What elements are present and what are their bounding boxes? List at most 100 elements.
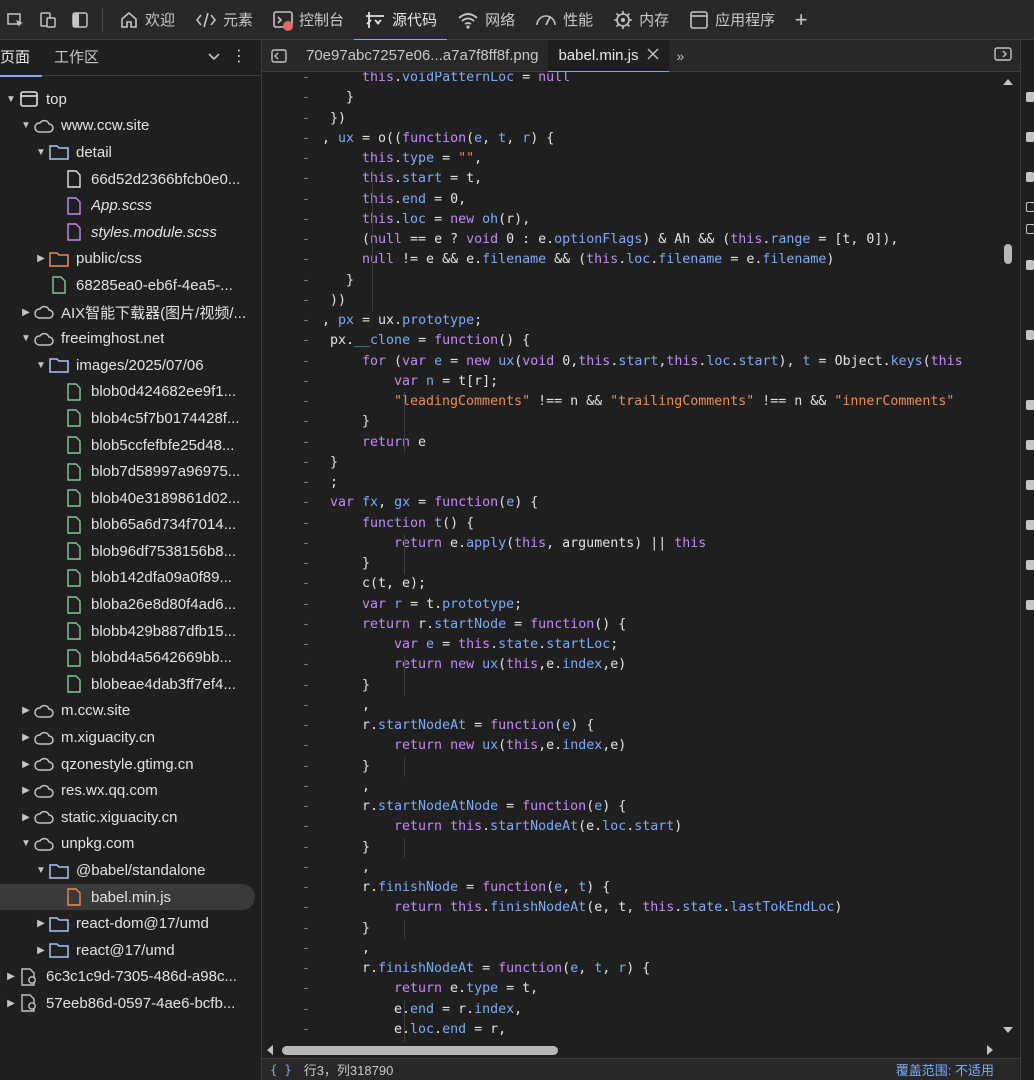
code-line[interactable]: function t() { [362,514,474,534]
gutter-marker[interactable]: - [302,657,310,672]
sidebar-control[interactable] [1026,132,1034,142]
code-line[interactable]: )) [330,291,346,311]
code-line[interactable]: r.startNodeAt = function(e) { [362,716,594,736]
coverage-status[interactable]: 覆盖范围: 不适用 [896,1060,994,1079]
gutter-marker[interactable]: - [302,900,310,915]
tab-page[interactable]: 页面 [0,40,43,77]
tab-console[interactable]: 控制台 [263,0,354,40]
gutter-marker[interactable]: - [302,313,310,328]
collapse-arrow-icon[interactable]: ▶ [34,253,48,264]
tab-application[interactable]: 应用程序 [679,0,785,40]
tree-node[interactable]: ▶ m.xiguacity.cn [0,724,262,751]
horizontal-scrollbar[interactable] [262,1042,1020,1058]
gutter-marker[interactable]: - [302,333,310,348]
tree-node[interactable]: ▶ res.wx.qq.com [0,777,262,804]
sidebar-control[interactable] [1026,600,1034,610]
dock-panel-icon[interactable] [64,0,96,40]
code-line[interactable]: var r = t.prototype; [362,595,522,615]
gutter-marker[interactable]: - [302,151,310,166]
scroll-left-icon[interactable] [266,1045,274,1055]
code-line[interactable]: this.end = 0, [362,190,466,210]
collapse-arrow-icon[interactable]: ▶ [19,759,33,770]
expand-arrow-icon[interactable]: ▼ [19,333,33,344]
expand-arrow-icon[interactable]: ▼ [34,360,48,371]
tree-file-item[interactable]: blob0d424682ee9f1... [0,379,262,406]
code-line[interactable]: e.end = r.index, [394,1000,522,1020]
collapse-arrow-icon[interactable]: ▶ [34,945,48,956]
tree-file-item[interactable]: babel.min.js [0,883,255,911]
gutter-marker[interactable]: - [302,1022,310,1037]
gutter-marker[interactable]: - [302,961,310,976]
code-line[interactable]: return e.type = t, [394,979,538,999]
code-line[interactable]: (null == e ? void 0 : e.optionFlags) & A… [362,230,898,250]
chevron-down-icon[interactable] [207,50,221,67]
code-line[interactable]: } [330,453,338,473]
code-line[interactable]: null != e && e.filename && (this.loc.fil… [362,250,834,270]
gutter-marker[interactable]: - [302,232,310,247]
tree-file-item[interactable]: styles.module.scss [0,219,262,246]
code-line[interactable]: this.loc = new oh(r), [362,210,530,230]
code-line[interactable]: , [362,777,370,797]
editor-tab-babel[interactable]: babel.min.js [548,39,669,73]
expand-arrow-icon[interactable]: ▼ [34,865,48,876]
tree-node[interactable]: ▼ www.ccw.site [0,113,262,140]
scroll-down-icon[interactable] [1003,1026,1013,1034]
gutter-marker[interactable]: - [302,273,310,288]
tree-file-item[interactable]: 68285ea0-eb6f-4ea5-... [0,272,262,299]
inspect-element-icon[interactable] [0,0,32,40]
sidebar-control[interactable] [1026,560,1034,570]
toggle-navigator-icon[interactable] [262,40,296,72]
code-line[interactable]: } [362,676,370,696]
collapse-arrow-icon[interactable]: ▶ [19,785,33,796]
expand-arrow-icon[interactable]: ▼ [19,120,33,131]
gutter-marker[interactable]: - [302,252,310,267]
tree-node[interactable]: ▶ m.ccw.site [0,698,262,725]
code-line[interactable]: px.__clone = function() { [330,331,530,351]
gutter-marker[interactable]: - [302,455,310,470]
code-line[interactable]: this.voidPatternLoc = null [362,72,570,88]
editor-tab-png[interactable]: 70e97abc7257e06...a7a7f8ff8f.png [296,40,548,72]
code-line[interactable]: r.finishNode = function(e, t) { [362,878,610,898]
sidebar-control[interactable] [1026,440,1034,450]
gutter-marker[interactable]: - [302,90,310,105]
sidebar-checkbox[interactable] [1026,224,1034,234]
code-line[interactable]: var n = t[r]; [394,372,498,392]
sidebar-chevron-icon[interactable] [1026,172,1034,182]
collapse-arrow-icon[interactable]: ▶ [4,971,18,982]
tree-file-item[interactable]: bloba26e8d80f4ad6... [0,591,262,618]
code-line[interactable]: } [346,88,354,108]
gutter-marker[interactable]: - [302,556,310,571]
code-line[interactable]: r.finishNodeAt = function(e, t, r) { [362,959,650,979]
gutter-marker[interactable]: - [302,698,310,713]
pretty-print-button[interactable]: { } [270,1063,292,1077]
sidebar-control[interactable] [1026,92,1034,102]
device-toolbar-icon[interactable] [32,0,64,40]
tab-sources[interactable]: 源代码 [354,0,448,41]
tree-node[interactable]: ▼ top [0,86,262,113]
horizontal-scroll-thumb[interactable] [282,1046,558,1055]
code-line[interactable]: e.loc.end = r, [394,1020,506,1040]
gutter-marker[interactable]: - [302,576,310,591]
toggle-debugger-icon[interactable] [994,46,1012,65]
gutter-marker[interactable]: - [302,718,310,733]
code-line[interactable]: return this.finishNodeAt(e, t, this.stat… [394,898,842,918]
code-line[interactable]: } [362,757,370,777]
tree-file-item[interactable]: blob4c5f7b0174428f... [0,405,262,432]
tab-code[interactable]: 元素 [185,0,263,40]
code-line[interactable]: return new ux(this,e.index,e) [394,655,626,675]
gutter-marker[interactable]: - [302,495,310,510]
more-options-icon[interactable]: ⋮ [231,46,247,66]
code-line[interactable]: , ux = o((function(e, t, r) { [322,129,554,149]
tree-node[interactable]: ▼ @babel/standalone [0,857,262,884]
tree-file-item[interactable]: blob142dfa09a0f89... [0,565,262,592]
tree-file-item[interactable]: blob96df7538156b8... [0,538,262,565]
code-line[interactable]: this.start = t, [362,169,482,189]
code-line[interactable]: } [362,838,370,858]
gutter-marker[interactable]: - [302,171,310,186]
gutter-marker[interactable]: - [302,799,310,814]
code-line[interactable]: return e [362,433,426,453]
gutter-marker[interactable]: - [302,617,310,632]
tab-workspace[interactable]: 工作区 [42,40,111,76]
gutter-marker[interactable]: - [302,921,310,936]
tree-node[interactable]: ▶ 6c3c1c9d-7305-486d-a98c... [0,964,262,991]
